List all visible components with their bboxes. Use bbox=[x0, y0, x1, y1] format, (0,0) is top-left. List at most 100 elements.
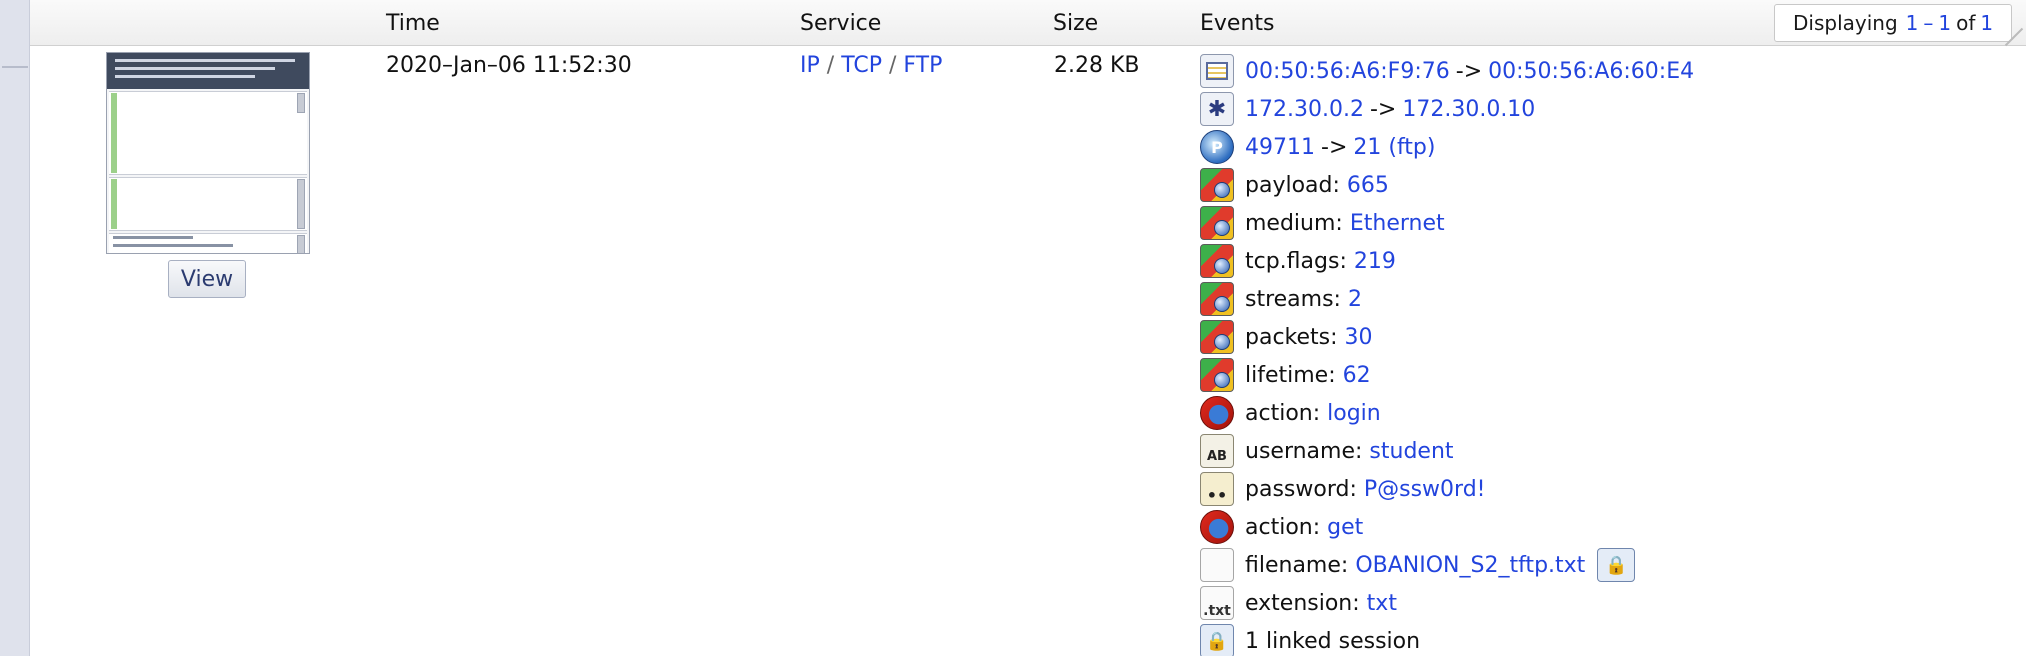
action-get-link[interactable]: get bbox=[1327, 515, 1363, 540]
extension-value-link[interactable]: txt bbox=[1367, 591, 1397, 616]
event-extension: .txt extension: txt bbox=[1200, 584, 1694, 622]
tcp-flags-label: tcp.flags: bbox=[1245, 248, 1347, 274]
event-ip: ✱ 172.30.0.2 -> 172.30.0.10 bbox=[1200, 90, 1694, 128]
ip-arrow: -> bbox=[1369, 96, 1397, 122]
eth-dst-link[interactable]: 00:50:56:A6:60:E4 bbox=[1488, 59, 1694, 84]
ip-src-link[interactable]: 172.30.0.2 bbox=[1245, 97, 1364, 122]
event-medium: medium: Ethernet bbox=[1200, 204, 1694, 242]
event-filename: filename: OBANION_S2_tftp.txt 🔒 bbox=[1200, 546, 1694, 584]
event-packets: packets: 30 bbox=[1200, 318, 1694, 356]
service-separator: / bbox=[888, 53, 897, 78]
event-username: AB username: student bbox=[1200, 432, 1694, 470]
meta-icon bbox=[1200, 282, 1234, 316]
event-streams: streams: 2 bbox=[1200, 280, 1694, 318]
thumbnail-text bbox=[113, 236, 193, 239]
resize-handle[interactable] bbox=[2004, 26, 2026, 48]
medium-value-link[interactable]: Ethernet bbox=[1350, 211, 1445, 236]
thumbnail-scrollbar bbox=[297, 93, 305, 113]
action-label: action: bbox=[1245, 400, 1321, 426]
rail-marker bbox=[2, 66, 28, 68]
session-time: 2020–Jan–06 11:52:30 bbox=[386, 53, 632, 78]
payload-value-link[interactable]: 665 bbox=[1347, 173, 1389, 198]
pagination-prefix: Displaying bbox=[1793, 11, 1898, 35]
username-value-link[interactable]: student bbox=[1369, 439, 1453, 464]
pagination-from[interactable]: 1 bbox=[1906, 11, 1919, 35]
ethernet-icon bbox=[1200, 54, 1234, 88]
username-label: username: bbox=[1245, 438, 1363, 464]
eth-arrow: -> bbox=[1455, 58, 1483, 84]
thumbnail-titlebar bbox=[107, 53, 309, 89]
event-payload: payload: 665 bbox=[1200, 166, 1694, 204]
extension-icon: .txt bbox=[1200, 586, 1234, 620]
port-arrow: -> bbox=[1321, 134, 1348, 160]
eth-src-link[interactable]: 00:50:56:A6:F9:76 bbox=[1245, 59, 1450, 84]
extension-label: extension: bbox=[1245, 590, 1360, 616]
session-service: IP / TCP / FTP bbox=[800, 53, 942, 78]
event-tcp-flags: tcp.flags: 219 bbox=[1200, 242, 1694, 280]
column-header-service[interactable]: Service bbox=[800, 11, 881, 36]
streams-label: streams: bbox=[1245, 286, 1341, 312]
password-icon: •• bbox=[1200, 472, 1234, 506]
events-list: 00:50:56:A6:F9:76 -> 00:50:56:A6:60:E4 ✱… bbox=[1200, 52, 1694, 656]
port-src-link[interactable]: 49711 bbox=[1245, 135, 1315, 160]
service-ftp-link[interactable]: FTP bbox=[903, 53, 942, 78]
extract-file-icon[interactable]: 🔒 bbox=[1597, 548, 1636, 582]
event-action-login: action: login bbox=[1200, 394, 1694, 432]
meta-icon bbox=[1200, 320, 1234, 354]
password-label: password: bbox=[1245, 476, 1357, 502]
event-password: •• password: P@ssw0rd! bbox=[1200, 470, 1694, 508]
results-header: Time Service Size Events Displaying 1 – … bbox=[30, 0, 2026, 46]
pagination-status: Displaying 1 – 1 of 1 bbox=[1774, 4, 2013, 42]
service-ip-link[interactable]: IP bbox=[800, 53, 820, 78]
pagination-separator: – bbox=[1923, 11, 1934, 35]
pagination-total[interactable]: 1 bbox=[1980, 11, 1993, 35]
action-login-link[interactable]: login bbox=[1327, 401, 1381, 426]
thumbnail-pane bbox=[109, 177, 307, 231]
thumbnail-accent bbox=[111, 93, 117, 173]
ip-icon: ✱ bbox=[1200, 92, 1234, 126]
thumbnail-pane bbox=[109, 91, 307, 175]
packets-value-link[interactable]: 30 bbox=[1345, 325, 1373, 350]
thumbnail-scrollbar bbox=[297, 235, 305, 253]
meta-icon bbox=[1200, 358, 1234, 392]
pagination-to[interactable]: 1 bbox=[1938, 11, 1951, 35]
streams-value-link[interactable]: 2 bbox=[1348, 287, 1362, 312]
lifetime-value-link[interactable]: 62 bbox=[1343, 363, 1371, 388]
thumbnail-text bbox=[113, 244, 233, 247]
service-separator: / bbox=[826, 53, 835, 78]
linked-session-label[interactable]: 1 linked session bbox=[1245, 629, 1420, 654]
column-header-time[interactable]: Time bbox=[386, 11, 440, 36]
password-value-link[interactable]: P@ssw0rd! bbox=[1364, 477, 1486, 502]
pagination-of: of bbox=[1956, 11, 1976, 35]
file-icon bbox=[1200, 548, 1234, 582]
action-icon bbox=[1200, 510, 1234, 544]
event-action-get: action: get bbox=[1200, 508, 1694, 546]
left-rail bbox=[0, 0, 30, 656]
filename-label: filename: bbox=[1245, 552, 1349, 578]
port-dst-link[interactable]: 21 (ftp) bbox=[1353, 135, 1435, 160]
event-lifetime: lifetime: 62 bbox=[1200, 356, 1694, 394]
meta-icon bbox=[1200, 244, 1234, 278]
ip-dst-link[interactable]: 172.30.0.10 bbox=[1402, 97, 1535, 122]
packets-label: packets: bbox=[1245, 324, 1338, 350]
meta-icon bbox=[1200, 168, 1234, 202]
medium-label: medium: bbox=[1245, 210, 1343, 236]
thumbnail-scrollbar bbox=[297, 179, 305, 229]
tcp-flags-value-link[interactable]: 219 bbox=[1354, 249, 1396, 274]
linked-session-icon: 🔒 bbox=[1200, 624, 1234, 656]
port-icon: P bbox=[1200, 130, 1234, 164]
event-linked-session[interactable]: 🔒 1 linked session bbox=[1200, 622, 1694, 656]
payload-label: payload: bbox=[1245, 172, 1340, 198]
event-ethernet: 00:50:56:A6:F9:76 -> 00:50:56:A6:60:E4 bbox=[1200, 52, 1694, 90]
view-button[interactable]: View bbox=[168, 260, 246, 298]
session-thumbnail[interactable] bbox=[106, 52, 310, 254]
column-header-events[interactable]: Events bbox=[1200, 11, 1275, 36]
column-header-size[interactable]: Size bbox=[1053, 11, 1098, 36]
lifetime-label: lifetime: bbox=[1245, 362, 1336, 388]
username-icon: AB bbox=[1200, 434, 1234, 468]
service-tcp-link[interactable]: TCP bbox=[841, 53, 882, 78]
session-size: 2.28 KB bbox=[1054, 53, 1140, 78]
action-label: action: bbox=[1245, 514, 1321, 540]
thumbnail-accent bbox=[111, 179, 117, 229]
filename-value-link[interactable]: OBANION_S2_tftp.txt bbox=[1355, 553, 1585, 578]
